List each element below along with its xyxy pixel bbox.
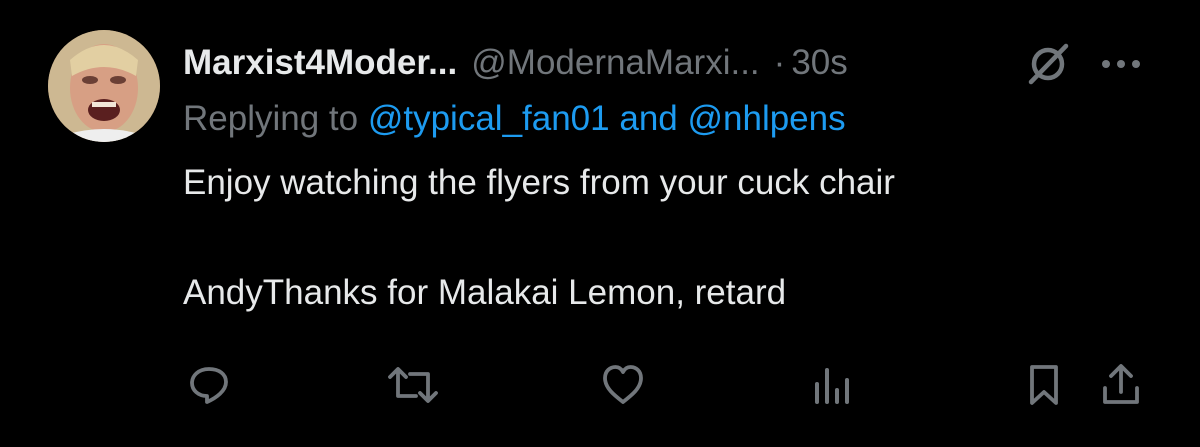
like-icon xyxy=(603,365,643,404)
share-icon xyxy=(1103,364,1139,404)
tweet[interactable]: Marxist4Moder... @ModernaMarxi... · 30s … xyxy=(0,0,1200,447)
action-bar xyxy=(0,360,1200,410)
repost-button[interactable] xyxy=(386,360,440,410)
replying-prefix: Replying to xyxy=(183,99,368,138)
timestamp[interactable]: 30s xyxy=(791,43,847,83)
replying-to: Replying to @typical_fan01 and @nhlpens xyxy=(183,99,846,145)
mention-nhlpens[interactable]: @nhlpens xyxy=(687,99,845,138)
more-dots-icon[interactable] xyxy=(1098,52,1144,76)
slashed-circle-icon[interactable] xyxy=(1026,42,1070,86)
display-name[interactable]: Marxist4Moder... xyxy=(183,43,457,83)
mention-typical-fan[interactable]: @typical_fan01 xyxy=(368,99,610,138)
tweet-text-line-1: Enjoy watching the flyers from your cuck… xyxy=(183,163,895,202)
bookmark-icon xyxy=(1030,365,1058,405)
share-button[interactable] xyxy=(1100,360,1142,410)
tweet-text-line-2: AndyThanks for Malakai Lemon, retard xyxy=(183,273,787,312)
avatar[interactable] xyxy=(48,30,160,142)
repost-icon xyxy=(388,367,438,403)
reply-icon xyxy=(190,367,228,404)
like-button[interactable] xyxy=(600,360,646,410)
avatar-image xyxy=(48,30,160,142)
tweet-header: Marxist4Moder... @ModernaMarxi... · 30s xyxy=(183,38,848,88)
views-button[interactable] xyxy=(812,360,852,410)
mention-joiner: and xyxy=(609,99,688,138)
reply-button[interactable] xyxy=(186,360,232,410)
bookmark-button[interactable] xyxy=(1024,360,1064,410)
views-icon xyxy=(815,368,849,404)
user-handle[interactable]: @ModernaMarxi... xyxy=(471,43,759,83)
separator-dot: · xyxy=(773,43,786,82)
